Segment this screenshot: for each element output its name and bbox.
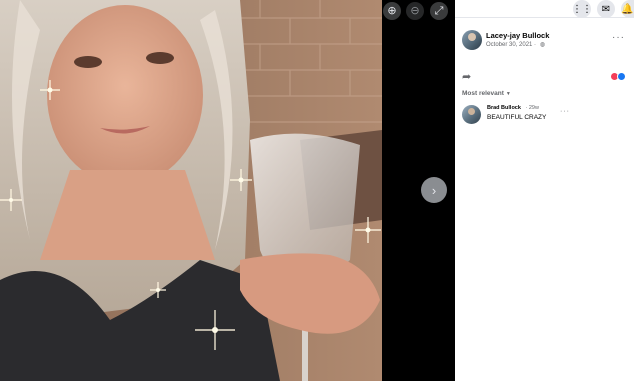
messenger-icon: ✉	[601, 3, 611, 15]
more-dots-icon: ···	[560, 108, 570, 115]
post-options-button[interactable]: ···	[612, 32, 625, 43]
avatar[interactable]	[462, 30, 482, 50]
chevron-right-icon: ›	[431, 182, 437, 198]
post-author[interactable]: Lacey-jay Bullock	[486, 31, 549, 40]
reactions-summary[interactable]	[610, 72, 628, 81]
more-dots-icon: ···	[612, 32, 625, 43]
top-bar: ⋮⋮ ✉ 🔔	[455, 0, 634, 18]
photo-viewer: ⊕ ⊖ ⤢ ›	[0, 0, 455, 381]
post-header: Lacey-jay Bullock October 30, 2021 · ◍ ·…	[462, 30, 632, 52]
zoom-in-icon: ⊕	[387, 4, 397, 17]
next-photo-button[interactable]: ›	[421, 177, 447, 203]
menu-button[interactable]: ⋮⋮	[572, 0, 592, 18]
share-arrow-icon: ➦	[462, 71, 472, 83]
fullscreen-icon: ⤢	[434, 4, 444, 17]
fullscreen-button[interactable]: ⤢	[430, 2, 448, 20]
post-side-panel: ⋮⋮ ✉ 🔔 Lacey-jay Bullock October 30, 202…	[455, 0, 634, 381]
comment-item: Brad Bullock · 29w BEAUTIFUL CRAZY ···	[462, 104, 630, 128]
grid-menu-icon: ⋮⋮	[572, 3, 592, 15]
notifications-button[interactable]: 🔔	[621, 0, 634, 18]
bell-icon: 🔔	[621, 3, 634, 15]
share-button[interactable]: ➦	[462, 70, 471, 83]
messenger-button[interactable]: ✉	[597, 0, 615, 18]
zoom-out-button[interactable]: ⊖	[406, 2, 424, 20]
post-photo[interactable]	[0, 0, 382, 381]
commenter-name[interactable]: Brad Bullock	[487, 105, 521, 111]
commenter-avatar[interactable]	[462, 105, 481, 124]
like-reaction-icon	[617, 72, 626, 81]
zoom-in-button[interactable]: ⊕	[383, 2, 401, 20]
comment-options-button[interactable]: ···	[560, 108, 570, 115]
post-date-text: October 30, 2021	[486, 42, 533, 48]
comment-sort-label: Most relevant	[462, 90, 504, 97]
comment-text: BEAUTIFUL CRAZY	[487, 114, 547, 121]
comment-meta: Brad Bullock · 29w	[487, 105, 539, 111]
post-date[interactable]: October 30, 2021 · ◍	[486, 41, 545, 48]
zoom-out-icon: ⊖	[410, 4, 420, 17]
comment-sort-dropdown[interactable]: Most relevant ▼	[462, 90, 511, 97]
comment-time[interactable]: · 29w	[525, 105, 538, 111]
photo-image	[0, 0, 382, 381]
globe-icon: ◍	[539, 42, 545, 48]
caret-down-icon: ▼	[505, 91, 511, 97]
